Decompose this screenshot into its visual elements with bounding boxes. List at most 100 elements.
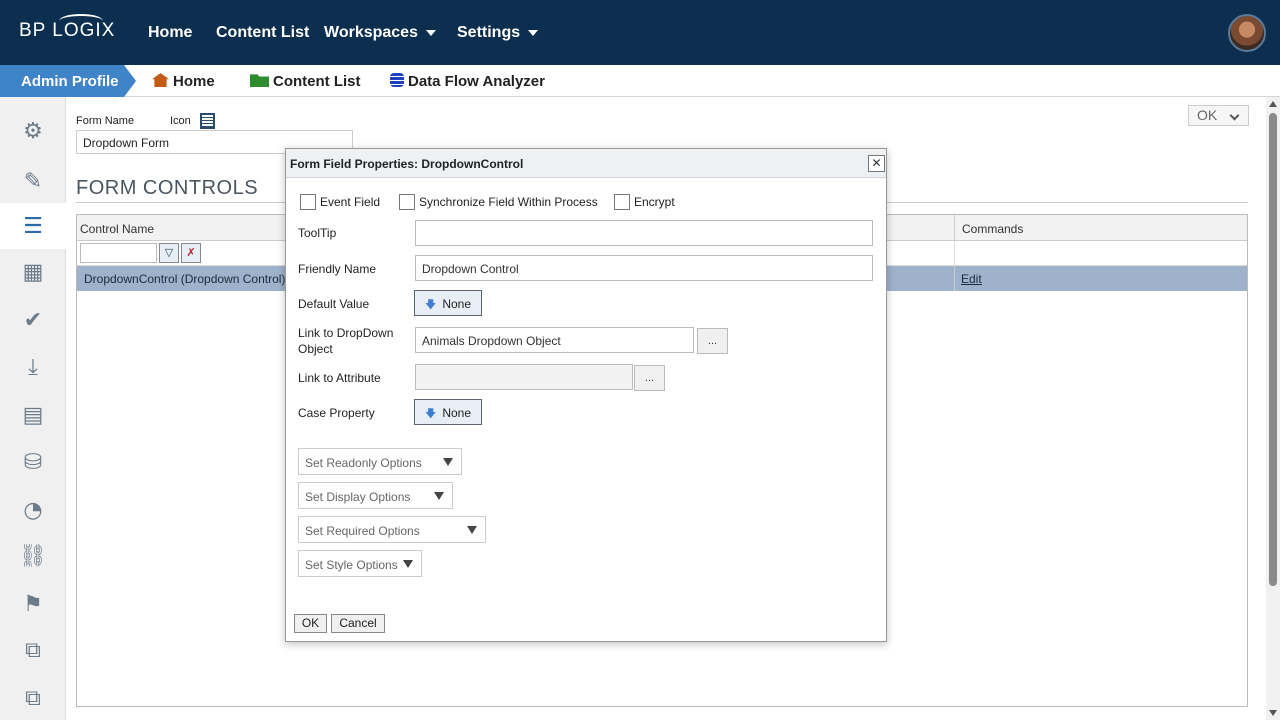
chevron-down-icon [403, 560, 413, 568]
breadcrumb-data-flow-analyzer[interactable]: Data Flow Analyzer [390, 73, 545, 90]
case-property-text: None [442, 406, 471, 420]
nav-home-label: Home [148, 24, 193, 41]
dashboard-icon: ◔ [23, 497, 43, 523]
icon-label: Icon [170, 115, 191, 127]
sidebar-item-import[interactable]: ⤓ [0, 344, 66, 390]
nav-content-list-label: Content List [216, 24, 310, 41]
breadcrumb: Admin Profile Home Content List Data Flo… [0, 65, 1280, 97]
sidebar-item-table[interactable]: ▦ [0, 249, 66, 295]
synchronize-field-checkbox[interactable] [399, 194, 415, 210]
check-icon: ✔ [23, 307, 43, 333]
filter-input[interactable] [80, 243, 157, 263]
ok-dropdown-button[interactable]: OK [1188, 105, 1249, 126]
clear-filter-icon[interactable]: ✗ [181, 243, 201, 263]
download-icon: ⤓ [28, 354, 38, 380]
sidebar-item-edit[interactable]: ✎ [0, 158, 66, 204]
edit-link[interactable]: Edit [961, 272, 982, 286]
scroll-down-icon[interactable] [1269, 710, 1277, 716]
control-name-cell: DropdownControl (Dropdown Control) [84, 272, 286, 286]
tooltip-label: ToolTip [298, 226, 337, 240]
breadcrumb-home-label: Home [173, 73, 215, 90]
dialog-title: Form Field Properties: DropdownControl [286, 149, 886, 178]
sidebar-item-dashboard[interactable]: ◔ [0, 487, 66, 533]
breadcrumb-admin-profile[interactable]: Admin Profile [0, 65, 136, 97]
left-sidebar: ⚙ ✎ ☰ ▦ ✔ ⤓ ▤ ⛁ ◔ ⛓ ⚑ ⧉ ⧉ [0, 97, 66, 720]
database-icon [390, 73, 404, 87]
table-icon: ▦ [22, 259, 44, 285]
tooltip-input[interactable] [415, 220, 873, 246]
cancel-button[interactable]: Cancel [331, 614, 385, 633]
set-readonly-options-dropdown[interactable]: Set Readonly Options [298, 448, 462, 475]
edit-icon: ✎ [23, 168, 43, 194]
link-attribute-browse-button[interactable]: ... [634, 365, 665, 391]
set-style-options-dropdown[interactable]: Set Style Options [298, 550, 422, 577]
link-icon: ⛓ [19, 543, 47, 569]
link-dropdown-label: Link to DropDown Object [298, 326, 394, 356]
home-icon [152, 73, 169, 87]
link-dropdown-browse-button[interactable]: ... [697, 328, 728, 354]
default-value-text: None [442, 297, 471, 311]
set-required-options-label: Set Required Options [305, 524, 420, 538]
sidebar-item-copy[interactable]: ⧉ [0, 627, 66, 673]
sidebar-item-properties[interactable]: ⚙ [0, 108, 66, 154]
synchronize-field-label: Synchronize Field Within Process [419, 195, 598, 209]
nav-home[interactable]: Home [148, 24, 192, 42]
arrow-down-icon: 🡇 [425, 407, 437, 420]
chevron-down-icon [528, 29, 539, 36]
scrollbar-thumb[interactable] [1269, 113, 1277, 586]
list-icon: ☰ [23, 213, 43, 239]
case-property-label: Case Property [298, 406, 375, 420]
event-field-label: Event Field [320, 195, 381, 209]
column-header-commands: Commands [962, 222, 1024, 236]
clone-icon: ⧉ [25, 685, 41, 711]
sidebar-item-data[interactable]: ⛁ [0, 439, 66, 485]
sidebar-item-links[interactable]: ⛓ [0, 533, 66, 579]
set-readonly-options-label: Set Readonly Options [305, 456, 422, 470]
user-avatar[interactable] [1228, 14, 1266, 52]
case-property-button[interactable]: 🡇 None [414, 399, 482, 425]
form-icon[interactable] [200, 113, 215, 129]
scroll-up-icon[interactable] [1269, 101, 1277, 107]
link-dropdown-input[interactable]: Animals Dropdown Object [415, 327, 694, 353]
nav-content-list[interactable]: Content List [216, 24, 309, 42]
nav-settings[interactable]: Settings [457, 24, 539, 42]
ok-button[interactable]: OK [294, 614, 327, 633]
event-field-checkbox[interactable] [300, 194, 316, 210]
nav-workspaces-label: Workspaces [324, 24, 418, 41]
page-scrollbar[interactable] [1266, 97, 1280, 720]
chevron-down-icon [434, 492, 444, 500]
form-field-properties-dialog: Form Field Properties: DropdownControl ✕… [285, 148, 887, 642]
set-required-options-dropdown[interactable]: Set Required Options [298, 516, 486, 543]
section-title: FORM CONTROLS [76, 177, 259, 199]
nav-workspaces[interactable]: Workspaces [324, 24, 436, 42]
friendly-name-label: Friendly Name [298, 262, 377, 276]
sidebar-item-flag[interactable]: ⚑ [0, 581, 66, 627]
column-header-control-name[interactable]: Control Name [80, 222, 154, 236]
sidebar-item-controls[interactable]: ☰ [0, 203, 66, 249]
sidebar-item-clone[interactable]: ⧉ [0, 675, 66, 720]
breadcrumb-content-list-label: Content List [273, 73, 361, 90]
chevron-down-icon [1229, 110, 1240, 121]
encrypt-checkbox[interactable] [614, 194, 630, 210]
set-style-options-label: Set Style Options [305, 558, 398, 572]
database-add-icon: ⛁ [23, 449, 43, 475]
breadcrumb-content-list[interactable]: Content List [250, 73, 361, 90]
column-divider [954, 241, 955, 266]
breadcrumb-home[interactable]: Home [152, 73, 215, 90]
column-divider [954, 266, 955, 291]
sidebar-item-validation[interactable]: ✔ [0, 297, 66, 343]
ok-dropdown-label: OK [1197, 107, 1218, 123]
friendly-name-input[interactable]: Dropdown Control [415, 255, 873, 281]
sidebar-item-form-list[interactable]: ▤ [0, 392, 66, 438]
link-attribute-input[interactable] [415, 364, 633, 390]
chevron-down-icon [425, 29, 436, 36]
filter-icon[interactable]: ▽ [159, 243, 179, 263]
column-divider [954, 215, 955, 241]
default-value-label: Default Value [298, 297, 370, 311]
bp-logix-logo[interactable]: BP LOGIX [19, 14, 115, 42]
chevron-down-icon [443, 458, 453, 466]
set-display-options-dropdown[interactable]: Set Display Options [298, 482, 453, 509]
set-display-options-label: Set Display Options [305, 490, 411, 504]
default-value-button[interactable]: 🡇 None [414, 290, 482, 316]
close-icon[interactable]: ✕ [868, 155, 885, 172]
